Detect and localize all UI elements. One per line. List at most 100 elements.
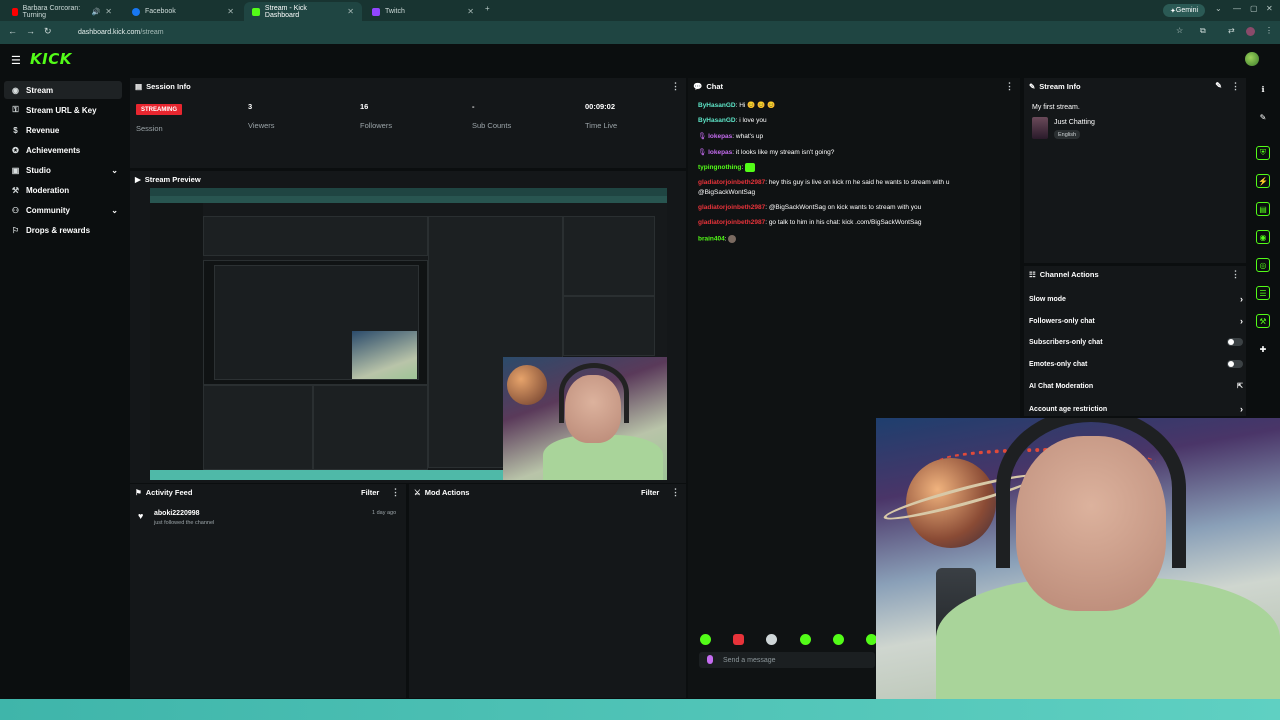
chat-text: it looks like my stream isn't going?	[735, 149, 835, 156]
info-icon[interactable]: ℹ	[1256, 82, 1270, 96]
more-icon[interactable]: ⋮	[671, 487, 680, 498]
hamburger-icon[interactable]: ☰	[11, 54, 21, 67]
sidebar-item-stream-url[interactable]: ⚿ Stream URL & Key	[4, 101, 122, 119]
preview-recursive-sidebar	[150, 203, 203, 470]
more-icon[interactable]: ⋮	[671, 81, 680, 92]
tab-title: Facebook	[145, 8, 176, 15]
key-icon: ⚿	[12, 105, 19, 114]
more-icon[interactable]: ⋮	[1005, 81, 1014, 92]
emote-icon[interactable]	[700, 634, 711, 645]
chat-bubble-icon[interactable]: ◉	[1256, 230, 1270, 244]
panel-title: Stream Preview	[144, 174, 201, 184]
followers-only-row[interactable]: Followers-only chat ›	[1029, 316, 1243, 326]
emote-icon[interactable]	[766, 634, 777, 645]
row-label: Account age restriction	[1029, 405, 1108, 413]
user-avatar[interactable]	[1245, 52, 1259, 66]
emote-icon[interactable]	[733, 634, 744, 645]
sidebar-item-label: Revenue	[26, 125, 60, 135]
minimize-icon[interactable]: —	[1233, 4, 1241, 13]
bookmark-icon[interactable]: ☆	[1176, 26, 1183, 35]
kick-logo[interactable]: KICK	[30, 50, 72, 68]
preview-recursive-actions	[563, 296, 655, 356]
mic-icon	[707, 655, 713, 664]
forward-icon[interactable]: →	[26, 26, 35, 36]
extension-icon[interactable]: ⧉	[1200, 26, 1206, 36]
tab-search-icon[interactable]: ⌄	[1215, 4, 1222, 13]
sidebar-item-moderation[interactable]: ⚒ Moderation	[4, 181, 122, 199]
close-icon[interactable]: ✕	[227, 7, 234, 16]
translate-icon[interactable]: ⇄	[1228, 26, 1235, 35]
emotes-only-toggle[interactable]	[1227, 360, 1243, 368]
viewers-label: Viewers	[248, 121, 275, 130]
activity-user[interactable]: aboki2220998	[154, 510, 200, 517]
sidebar-item-label: Drops & rewards	[26, 225, 91, 235]
new-tab-icon[interactable]: +	[485, 4, 490, 13]
menu-icon[interactable]: ⋮	[1265, 26, 1273, 35]
more-icon[interactable]: ⋮	[1231, 269, 1240, 280]
maximize-icon[interactable]: ▢	[1250, 4, 1258, 13]
sliders-icon: ☷	[1029, 269, 1036, 279]
profile-avatar[interactable]	[1246, 27, 1255, 36]
chat-username[interactable]: lokepas	[708, 149, 732, 156]
filter-button[interactable]: Filter	[361, 488, 379, 497]
sidebar-item-community[interactable]: ⚇ Community ⌄	[4, 201, 122, 219]
tab-title: Stream - Kick Dashboard	[264, 4, 307, 19]
wrench-icon[interactable]: ⚒	[1256, 314, 1270, 328]
lightning-icon[interactable]: ⚡	[1256, 174, 1270, 188]
stream-preview-video[interactable]	[150, 188, 667, 480]
sidebar-item-drops[interactable]: ⚐ Drops & rewards	[4, 221, 122, 239]
chat-username[interactable]: gladiatorjoinbeth2987	[698, 204, 765, 211]
close-window-icon[interactable]: ✕	[1266, 4, 1273, 13]
tab-facebook[interactable]: Facebook ✕	[124, 2, 242, 21]
slow-mode-row[interactable]: Slow mode ›	[1029, 294, 1243, 304]
sidebar-item-label: Achievements	[26, 145, 81, 155]
gemini-button[interactable]: ✦ Gemini	[1163, 4, 1206, 17]
clipboard-icon[interactable]: ▤	[1256, 202, 1270, 216]
heart-icon: ♥	[138, 511, 144, 521]
sidebar-item-studio[interactable]: ▣ Studio ⌄	[4, 161, 122, 179]
sidebar-item-achievements[interactable]: ✪ Achievements	[4, 141, 122, 159]
chat-username[interactable]: gladiatorjoinbeth2987	[698, 219, 765, 226]
ai-moderation-row[interactable]: AI Chat Moderation ⇱	[1029, 382, 1243, 391]
subs-value: -	[472, 102, 475, 111]
tab-kick-dashboard[interactable]: Stream - Kick Dashboard ✕	[244, 2, 362, 21]
activity-time: 1 day ago	[372, 510, 397, 516]
emote-icon[interactable]	[833, 634, 844, 645]
shield-icon[interactable]: ⛨	[1256, 146, 1270, 160]
more-icon[interactable]: ⋮	[1231, 81, 1240, 92]
reload-icon[interactable]: ↻	[44, 26, 52, 37]
tab-youtube[interactable]: Barbara Corcoran: Turning 🔊 ✕	[4, 2, 120, 21]
close-icon[interactable]: ✕	[105, 7, 112, 16]
sidebar-item-revenue[interactable]: $ Revenue	[4, 121, 122, 139]
chat-username[interactable]: brain404	[698, 236, 725, 243]
more-icon[interactable]: ⋮	[391, 487, 400, 498]
sidebar-item-stream[interactable]: ◉ Stream	[4, 81, 122, 99]
account-age-row[interactable]: Account age restriction ›	[1029, 404, 1243, 414]
back-icon[interactable]: ←	[8, 26, 17, 36]
puzzle-icon[interactable]: ✚	[1256, 342, 1270, 356]
chat-text: @BigSackWontSag on kick wants to stream …	[768, 204, 922, 211]
broadcast-icon[interactable]: ◎	[1256, 258, 1270, 272]
close-icon[interactable]: ✕	[467, 7, 474, 16]
url-field[interactable]: dashboard.kick.com/stream	[62, 25, 1182, 39]
chat-input-placeholder: Send a message	[723, 656, 776, 664]
channel-actions-header: ☷ Channel Actions ⋮	[1024, 266, 1246, 282]
tab-twitch[interactable]: Twitch ✕	[364, 2, 482, 21]
chat-username[interactable]: lokepas	[708, 133, 732, 140]
chat-username[interactable]: gladiatorjoinbeth2987	[698, 179, 765, 186]
category-name[interactable]: Just Chatting	[1054, 119, 1095, 126]
speaker-icon: 🔊	[91, 8, 101, 16]
chat-username[interactable]: typingnothing	[698, 164, 741, 171]
chat-username[interactable]: ByHasanGD	[698, 102, 736, 109]
edit-icon[interactable]: ✎	[1215, 81, 1222, 90]
subscribers-only-toggle[interactable]	[1227, 338, 1243, 346]
filter-button[interactable]: Filter	[641, 488, 659, 497]
chat-message: gladiatorjoinbeth2987: @BigSackWontSag o…	[698, 204, 922, 211]
close-icon[interactable]: ✕	[347, 7, 354, 16]
chat-input[interactable]: Send a message	[699, 652, 875, 668]
emote-icon[interactable]	[800, 634, 811, 645]
chat-username[interactable]: ByHasanGD	[698, 117, 736, 124]
layout-icon[interactable]: ☰	[1256, 286, 1270, 300]
pencil-icon[interactable]: ✎	[1256, 110, 1270, 124]
emote-icon	[728, 235, 737, 243]
